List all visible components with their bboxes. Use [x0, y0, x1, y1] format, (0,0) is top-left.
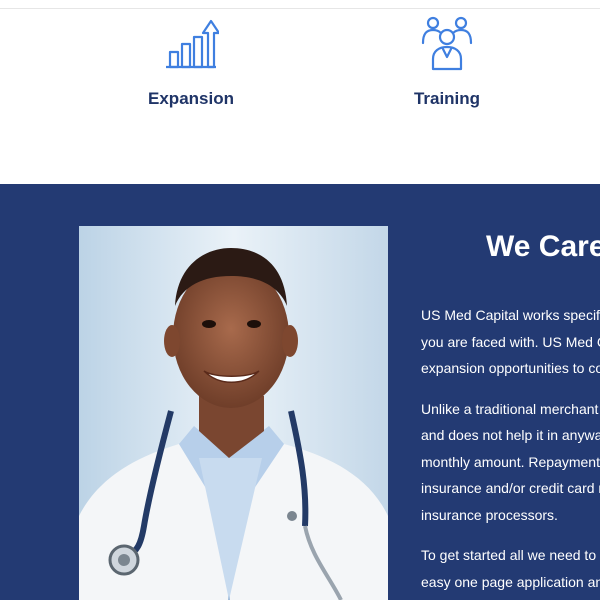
text-line: US Med Capital works specifica — [421, 307, 600, 323]
text-line: easy one page application an — [421, 573, 600, 590]
section-heading: We Care — [486, 230, 600, 263]
text-line: expansion opportunities to co — [421, 360, 600, 376]
text-line: and does not help it in anyway — [421, 427, 600, 443]
feature-expansion: Expansion — [101, 15, 281, 109]
about-copy: US Med Capital works specifica you are f… — [421, 302, 600, 600]
features-section: Expansion Training — [0, 9, 600, 184]
text-line: insurance processors. — [421, 506, 558, 523]
doctor-photo — [79, 226, 388, 600]
text-line: monthly amount. Repayment — [421, 453, 600, 470]
text-line: To get started all we need to — [421, 547, 597, 563]
about-section: We Care US Med Capital works specifica y… — [0, 184, 600, 600]
feature-title-expansion: Expansion — [148, 89, 234, 108]
text-line: insurance and/or credit card r — [421, 480, 600, 496]
page: Expansion Training We Care US Med Capita… — [0, 0, 600, 600]
text-line: you are faced with. US Med C — [421, 333, 600, 350]
paragraph-1: US Med Capital works specifica you are f… — [421, 302, 600, 382]
growth-chart-icon — [166, 19, 219, 69]
paragraph-3: To get started all we need to easy one p… — [421, 542, 600, 595]
paragraph-2: Unlike a traditional merchant and does n… — [421, 396, 600, 529]
text-line: Unlike a traditional merchant — [421, 400, 599, 417]
feature-title-training: Training — [413, 89, 481, 108]
feature-training: Training — [357, 15, 537, 109]
team-icon — [421, 16, 473, 71]
